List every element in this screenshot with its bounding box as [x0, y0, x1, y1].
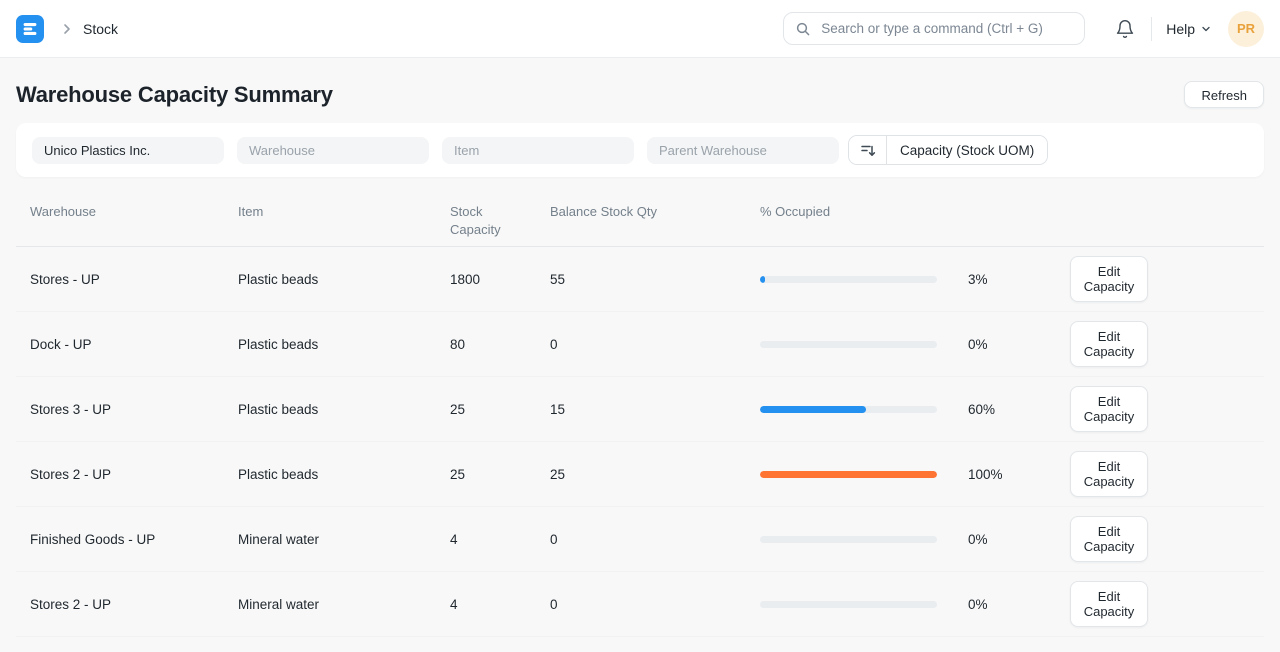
percent-occupied-cell: 3% — [968, 272, 1068, 287]
edit-capacity-button[interactable]: Edit Capacity — [1070, 451, 1148, 497]
progress-fill — [760, 276, 765, 283]
progress-track — [760, 536, 937, 543]
refresh-button[interactable]: Refresh — [1184, 81, 1264, 108]
company-filter-input[interactable] — [32, 137, 224, 164]
percent-occupied-cell: 100% — [968, 467, 1068, 482]
navbar-right: Help PR — [1111, 11, 1264, 47]
navbar-divider — [1151, 17, 1152, 41]
item-cell: Plastic beads — [238, 402, 450, 417]
progress-track — [760, 276, 937, 283]
percent-occupied-cell: 60% — [968, 402, 1068, 417]
progress-fill — [760, 471, 937, 478]
occupancy-progress-bar — [760, 536, 968, 543]
table-body: Stores - UP Plastic beads 1800 55 3% Edi… — [16, 247, 1264, 637]
column-header-warehouse: Warehouse — [30, 203, 238, 221]
item-filter-input[interactable] — [442, 137, 634, 164]
balance-stock-qty-cell: 55 — [550, 272, 760, 287]
warehouse-cell: Stores 3 - UP — [30, 402, 238, 417]
sort-control: Capacity (Stock UOM) — [848, 135, 1048, 165]
percent-occupied-cell: 0% — [968, 532, 1068, 547]
global-search[interactable] — [783, 12, 1085, 45]
edit-capacity-button[interactable]: Edit Capacity — [1070, 581, 1148, 627]
chevron-down-icon — [1200, 23, 1212, 35]
table-row: Dock - UP Plastic beads 80 0 0% Edit Cap… — [16, 312, 1264, 377]
sort-direction-button[interactable] — [849, 136, 887, 164]
filter-bar: Capacity (Stock UOM) — [16, 123, 1264, 177]
edit-capacity-button[interactable]: Edit Capacity — [1070, 256, 1148, 302]
page-title: Warehouse Capacity Summary — [16, 82, 333, 108]
balance-stock-qty-cell: 0 — [550, 337, 760, 352]
stock-capacity-cell: 4 — [450, 597, 550, 612]
breadcrumb[interactable]: Stock — [83, 21, 118, 37]
warehouse-cell: Stores - UP — [30, 272, 238, 287]
stock-capacity-cell: 80 — [450, 337, 550, 352]
stock-capacity-cell: 4 — [450, 532, 550, 547]
page-header: Warehouse Capacity Summary Refresh — [0, 58, 1280, 119]
notifications-button[interactable] — [1111, 15, 1139, 43]
column-header-percent-occupied: % Occupied — [760, 203, 968, 221]
navbar: Stock Help PR — [0, 0, 1280, 58]
warehouse-filter-input[interactable] — [237, 137, 429, 164]
search-input[interactable] — [819, 20, 1073, 37]
column-header-balance-stock-qty: Balance Stock Qty — [550, 203, 760, 221]
item-cell: Mineral water — [238, 597, 450, 612]
bell-icon — [1115, 19, 1135, 39]
stock-capacity-cell: 1800 — [450, 272, 550, 287]
table-row: Stores 2 - UP Mineral water 4 0 0% Edit … — [16, 572, 1264, 637]
table-row: Stores 2 - UP Plastic beads 25 25 100% E… — [16, 442, 1264, 507]
warehouse-cell: Dock - UP — [30, 337, 238, 352]
column-header-item: Item — [238, 203, 450, 221]
edit-capacity-button[interactable]: Edit Capacity — [1070, 321, 1148, 367]
table-row: Stores - UP Plastic beads 1800 55 3% Edi… — [16, 247, 1264, 312]
progress-fill — [760, 406, 866, 413]
occupancy-progress-bar — [760, 341, 968, 348]
occupancy-progress-bar — [760, 471, 968, 478]
percent-occupied-cell: 0% — [968, 597, 1068, 612]
app-logo[interactable] — [16, 15, 44, 43]
item-cell: Mineral water — [238, 532, 450, 547]
report-table: Warehouse Item Stock Capacity Balance St… — [16, 192, 1264, 637]
avatar-initials: PR — [1237, 21, 1255, 36]
item-cell: Plastic beads — [238, 272, 450, 287]
erpnext-logo-icon — [19, 18, 41, 40]
progress-track — [760, 471, 937, 478]
stock-capacity-cell: 25 — [450, 467, 550, 482]
chevron-right-icon — [59, 21, 75, 37]
help-label: Help — [1166, 21, 1195, 37]
stock-capacity-cell: 25 — [450, 402, 550, 417]
item-cell: Plastic beads — [238, 337, 450, 352]
sort-field-button[interactable]: Capacity (Stock UOM) — [887, 136, 1047, 164]
table-row: Finished Goods - UP Mineral water 4 0 0%… — [16, 507, 1264, 572]
warehouse-cell: Stores 2 - UP — [30, 597, 238, 612]
progress-track — [760, 406, 937, 413]
edit-capacity-button[interactable]: Edit Capacity — [1070, 386, 1148, 432]
progress-track — [760, 341, 937, 348]
sort-descending-icon — [859, 141, 877, 159]
search-icon — [795, 21, 811, 37]
user-avatar[interactable]: PR — [1228, 11, 1264, 47]
table-row: Stores 3 - UP Plastic beads 25 15 60% Ed… — [16, 377, 1264, 442]
balance-stock-qty-cell: 25 — [550, 467, 760, 482]
item-cell: Plastic beads — [238, 467, 450, 482]
column-header-stock-capacity: Stock Capacity — [450, 203, 550, 239]
balance-stock-qty-cell: 0 — [550, 532, 760, 547]
table-header-row: Warehouse Item Stock Capacity Balance St… — [16, 192, 1264, 247]
help-menu[interactable]: Help — [1166, 21, 1212, 37]
parent-warehouse-filter-input[interactable] — [647, 137, 839, 164]
occupancy-progress-bar — [760, 276, 968, 283]
percent-occupied-cell: 0% — [968, 337, 1068, 352]
balance-stock-qty-cell: 0 — [550, 597, 760, 612]
progress-track — [760, 601, 937, 608]
warehouse-cell: Finished Goods - UP — [30, 532, 238, 547]
warehouse-cell: Stores 2 - UP — [30, 467, 238, 482]
occupancy-progress-bar — [760, 601, 968, 608]
occupancy-progress-bar — [760, 406, 968, 413]
edit-capacity-button[interactable]: Edit Capacity — [1070, 516, 1148, 562]
balance-stock-qty-cell: 15 — [550, 402, 760, 417]
